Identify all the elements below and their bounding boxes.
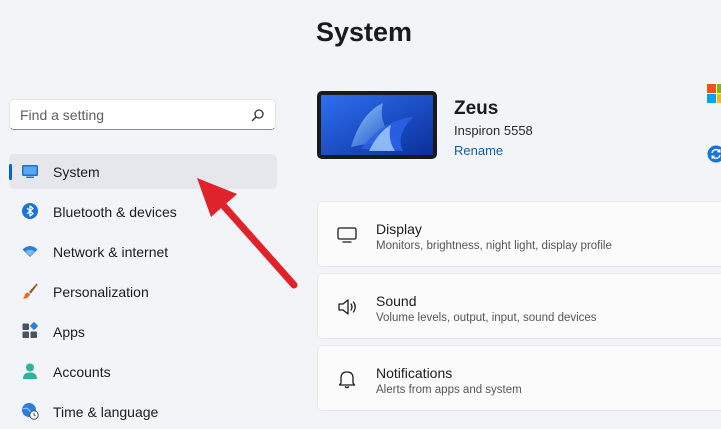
card-subtitle: Volume levels, output, input, sound devi…: [376, 312, 597, 324]
sidebar-item-personalization[interactable]: Personalization: [9, 274, 277, 309]
logo-square: [717, 84, 721, 93]
sidebar-item-label: Accounts: [53, 364, 111, 380]
sidebar-item-label: Network & internet: [53, 244, 168, 260]
sidebar-item-network[interactable]: Network & internet: [9, 234, 277, 269]
logo-square: [707, 84, 716, 93]
device-name: Zeus: [454, 98, 498, 120]
device-model: Inspiron 5558: [454, 123, 533, 138]
card-title: Sound: [376, 293, 416, 309]
monitor-icon: [336, 225, 358, 245]
bluetooth-icon: [21, 202, 39, 220]
sidebar: System Bluetooth & devices Network & int…: [0, 0, 290, 428]
microsoft-logo-icon[interactable]: [707, 84, 721, 104]
sidebar-item-apps[interactable]: Apps: [9, 314, 277, 349]
sidebar-item-time-language[interactable]: Time & language: [9, 394, 277, 429]
selection-indicator: [9, 164, 12, 180]
search-icon[interactable]: [251, 108, 265, 122]
search-box[interactable]: [9, 99, 276, 130]
card-subtitle: Monitors, brightness, night light, displ…: [376, 240, 612, 252]
brush-icon: [21, 282, 39, 300]
sync-icon[interactable]: [707, 145, 721, 163]
sidebar-item-bluetooth[interactable]: Bluetooth & devices: [9, 194, 277, 229]
page-title: System: [316, 17, 412, 48]
wifi-icon: [21, 242, 39, 260]
logo-square: [717, 94, 721, 103]
sidebar-item-label: Apps: [53, 324, 85, 340]
sidebar-item-label: Bluetooth & devices: [53, 204, 177, 220]
globe-clock-icon: [21, 402, 39, 420]
logo-square: [707, 94, 716, 103]
search-input[interactable]: [20, 106, 240, 124]
windows-bloom-wallpaper: [321, 95, 433, 155]
card-title: Display: [376, 221, 422, 237]
sidebar-item-accounts[interactable]: Accounts: [9, 354, 277, 389]
sidebar-item-label: Personalization: [53, 284, 149, 300]
speaker-icon: [336, 297, 358, 317]
display-icon: [21, 162, 39, 180]
sidebar-item-system[interactable]: System: [9, 154, 277, 189]
bell-icon: [336, 369, 358, 389]
person-icon: [21, 362, 39, 380]
sidebar-item-label: System: [53, 164, 100, 180]
settings-card-notifications[interactable]: Notifications Alerts from apps and syste…: [317, 345, 721, 411]
apps-icon: [21, 322, 39, 340]
rename-link[interactable]: Rename: [454, 143, 503, 158]
device-wallpaper-thumbnail: [317, 91, 437, 159]
card-subtitle: Alerts from apps and system: [376, 384, 522, 396]
settings-card-display[interactable]: Display Monitors, brightness, night ligh…: [317, 201, 721, 267]
sidebar-item-label: Time & language: [53, 404, 158, 420]
card-title: Notifications: [376, 365, 452, 381]
settings-card-sound[interactable]: Sound Volume levels, output, input, soun…: [317, 273, 721, 339]
